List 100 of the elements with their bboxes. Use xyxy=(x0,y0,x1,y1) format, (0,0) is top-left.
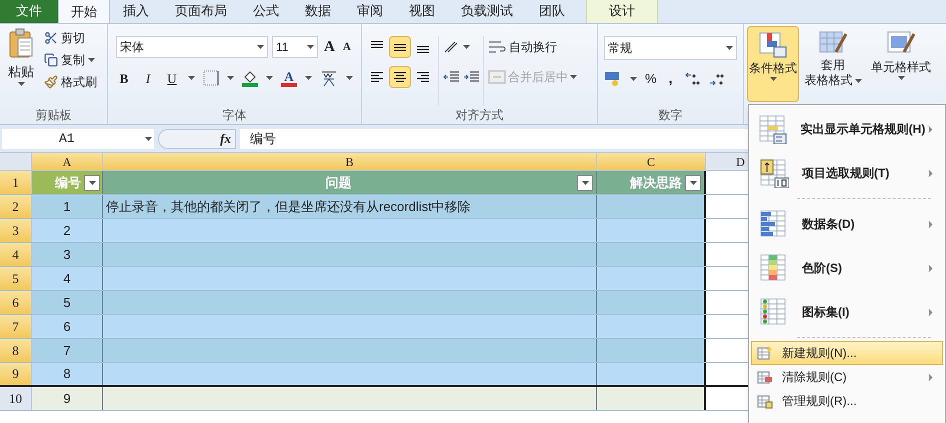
row-header[interactable]: 4 xyxy=(0,243,32,266)
ribbon-tab[interactable]: 插入 xyxy=(110,0,162,23)
cell-styles-button[interactable]: 单元格样式 xyxy=(867,26,935,102)
table-cell[interactable] xyxy=(597,219,706,242)
ribbon-tab[interactable]: 审阅 xyxy=(344,0,396,23)
table-cell[interactable] xyxy=(597,339,706,362)
row-header[interactable]: 10 xyxy=(0,387,32,410)
number-format-field[interactable]: 常规 xyxy=(604,36,737,60)
table-cell[interactable] xyxy=(103,291,597,314)
table-cell[interactable]: 4 xyxy=(32,267,103,290)
name-box[interactable]: A1 xyxy=(2,128,154,148)
table-cell[interactable] xyxy=(597,243,706,266)
menu-item[interactable]: 清除规则(C) xyxy=(751,365,943,389)
align-left-icon xyxy=(371,72,383,82)
ribbon-tab[interactable]: 公式 xyxy=(240,0,292,23)
cut-button[interactable]: 剪切 xyxy=(44,28,97,48)
conditional-formatting-button[interactable]: 条件格式 xyxy=(747,26,799,102)
table-cell[interactable]: 6 xyxy=(32,315,103,338)
table-cell[interactable] xyxy=(597,291,706,314)
menu-item[interactable]: 管理规则(R)... xyxy=(751,389,943,413)
paste-button[interactable]: 粘贴 xyxy=(6,28,36,106)
percent-button[interactable]: % xyxy=(645,68,657,88)
align-middle-icon xyxy=(394,44,406,50)
row-header[interactable]: 5 xyxy=(0,267,32,290)
conditional-rule-icon xyxy=(758,114,788,144)
format-as-table-button[interactable]: 套用 表格格式 xyxy=(801,26,865,102)
font-size-field[interactable]: 11 xyxy=(272,36,318,58)
table-cell[interactable] xyxy=(597,195,706,218)
table-cell[interactable]: 5 xyxy=(32,291,103,314)
ribbon-tab[interactable]: 负载测试 xyxy=(448,0,526,23)
table-cell[interactable] xyxy=(103,267,597,290)
format-painter-button[interactable]: 格式刷 xyxy=(44,72,97,92)
wrap-text-button[interactable]: 自动换行 xyxy=(488,36,577,58)
table-cell[interactable]: 停止录音，其他的都关闭了，但是坐席还没有从recordlist中移除 xyxy=(103,195,597,218)
table-cell[interactable]: 7 xyxy=(32,339,103,362)
table-cell[interactable] xyxy=(597,267,706,290)
align-bottom-icon xyxy=(417,46,429,53)
grow-font-button[interactable]: A xyxy=(322,36,337,58)
bold-button[interactable]: B xyxy=(116,68,132,88)
menu-item[interactable]: 数据条(D) xyxy=(751,202,943,246)
wrap-text-icon xyxy=(488,40,506,54)
eraser-icon xyxy=(757,369,773,385)
table-cell[interactable]: 3 xyxy=(32,243,103,266)
copy-button[interactable]: 复制 xyxy=(44,50,97,70)
row-header[interactable]: 8 xyxy=(0,339,32,362)
dropdown-arrow-icon xyxy=(257,45,264,50)
font-name-field[interactable]: 宋体 xyxy=(116,36,268,58)
column-header[interactable]: B xyxy=(103,153,597,170)
ribbon-tab[interactable]: 数据 xyxy=(292,0,344,23)
ribbon-tab[interactable]: 页面布局 xyxy=(162,0,240,23)
filter-button[interactable] xyxy=(84,174,100,190)
row-header[interactable]: 3 xyxy=(0,219,32,242)
ribbon-tab[interactable]: 团队 xyxy=(526,0,578,23)
table-cell[interactable] xyxy=(103,363,597,385)
align-center-icon xyxy=(394,72,406,82)
row-header[interactable]: 1 xyxy=(0,171,32,194)
align-button[interactable] xyxy=(389,36,411,58)
table-cell[interactable]: 9 xyxy=(32,387,103,410)
ribbon-tab[interactable]: 设计 xyxy=(586,0,658,23)
table-cell[interactable]: 1 xyxy=(32,195,103,218)
table-cell[interactable] xyxy=(103,219,597,242)
align-top-icon xyxy=(371,41,383,48)
ribbon-tab[interactable]: 视图 xyxy=(396,0,448,23)
filter-button[interactable] xyxy=(685,174,701,190)
ribbon-tab[interactable]: 开始 xyxy=(58,0,110,23)
table-cell[interactable] xyxy=(103,339,597,362)
align-button[interactable] xyxy=(389,66,411,88)
row-header[interactable]: 6 xyxy=(0,291,32,314)
column-header[interactable]: C xyxy=(597,153,706,170)
italic-button[interactable]: I xyxy=(140,68,156,88)
group-label: 剪贴板 xyxy=(36,107,72,124)
table-cell[interactable]: 2 xyxy=(32,219,103,242)
ribbon-tab[interactable]: 文件 xyxy=(0,0,58,23)
table-cell[interactable]: 8 xyxy=(32,363,103,385)
row-header[interactable]: 7 xyxy=(0,315,32,338)
filter-button[interactable] xyxy=(577,174,593,190)
table-cell[interactable] xyxy=(597,387,706,410)
clipboard-icon xyxy=(9,28,33,58)
table-cell[interactable] xyxy=(103,243,597,266)
row-header[interactable]: 2 xyxy=(0,195,32,218)
table-cell[interactable] xyxy=(597,363,706,385)
column-header[interactable]: A xyxy=(32,153,103,170)
comma-button[interactable]: , xyxy=(664,68,677,89)
menu-item[interactable]: 图标集(I) xyxy=(751,290,943,334)
dropdown-arrow-icon xyxy=(188,76,195,80)
dropdown-arrow-icon xyxy=(630,76,637,80)
row-header[interactable]: 9 xyxy=(0,363,32,385)
underline-button[interactable]: U xyxy=(164,68,180,88)
table-cell[interactable] xyxy=(103,387,597,410)
table-cell[interactable] xyxy=(103,315,597,338)
font-color-button[interactable]: A xyxy=(281,70,297,87)
menu-item[interactable]: 新建规则(N)... xyxy=(751,341,943,365)
dropdown-arrow-icon xyxy=(726,46,733,50)
filter-arrow-icon xyxy=(582,180,588,184)
dropdown-arrow-icon xyxy=(305,76,312,80)
dropdown-arrow-icon xyxy=(307,45,314,50)
table-cell[interactable] xyxy=(597,315,706,338)
menu-item[interactable]: 色阶(S) xyxy=(751,246,943,290)
shrink-font-button[interactable]: A xyxy=(340,39,353,56)
currency-icon xyxy=(604,70,622,88)
